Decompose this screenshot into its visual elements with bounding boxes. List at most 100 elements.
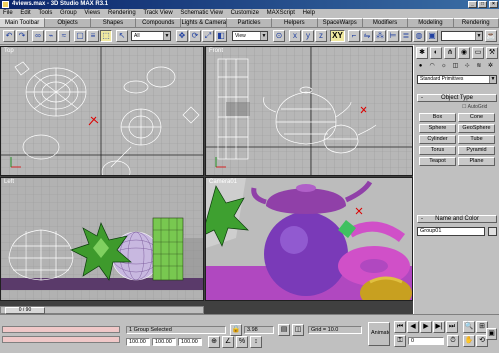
- menu-group[interactable]: Group: [57, 9, 80, 18]
- minimize-button[interactable]: _: [468, 1, 477, 8]
- cylinder-button[interactable]: Cylinder: [419, 135, 456, 144]
- link-icon[interactable]: ∞: [32, 30, 44, 42]
- select-region-icon[interactable]: ⬚: [100, 30, 112, 42]
- tab-rendering[interactable]: Rendering: [453, 18, 499, 27]
- object-color-swatch[interactable]: [488, 227, 497, 236]
- hierarchy-tab-icon[interactable]: ⋔: [444, 47, 456, 59]
- select-scale-icon[interactable]: ⤢: [202, 30, 214, 42]
- redo-icon[interactable]: ↷: [16, 30, 28, 42]
- menu-track-view[interactable]: Track View: [140, 9, 175, 18]
- lights-icon[interactable]: ☼: [439, 62, 448, 71]
- display-tab-icon[interactable]: ▭: [472, 47, 484, 59]
- close-button[interactable]: ×: [489, 1, 498, 8]
- systems-icon[interactable]: ✲: [486, 62, 495, 71]
- go-to-end-icon[interactable]: ⏭: [446, 321, 458, 333]
- key-mode-icon[interactable]: ⚿: [394, 335, 406, 347]
- time-slider[interactable]: 0 / 90: [0, 306, 204, 314]
- render-type-dropdown[interactable]: ▼: [441, 31, 483, 41]
- viewport-front[interactable]: Front: [205, 46, 413, 176]
- restrict-xy-button[interactable]: XY: [330, 30, 345, 42]
- object-type-rollout[interactable]: - Object Type: [417, 94, 497, 102]
- viewport-camera[interactable]: Camera01: [205, 177, 413, 301]
- geosphere-button[interactable]: GeoSphere: [458, 124, 495, 133]
- modify-tab-icon[interactable]: ◐: [430, 47, 442, 59]
- select-by-name-icon[interactable]: ≡: [87, 30, 99, 42]
- animate-button[interactable]: Animate: [368, 322, 390, 346]
- tab-compounds[interactable]: Compounds: [136, 18, 182, 27]
- select-move-icon[interactable]: ✥: [176, 30, 188, 42]
- tab-modeling[interactable]: Modeling: [408, 18, 454, 27]
- z-coordinate-field[interactable]: 100.00: [178, 338, 202, 346]
- previous-frame-icon[interactable]: ◀: [407, 321, 419, 333]
- snap-toggle-icon[interactable]: ⊕: [208, 336, 220, 348]
- tab-particles[interactable]: Particles: [226, 18, 273, 27]
- percent-snap-icon[interactable]: %: [236, 336, 248, 348]
- viewport-left[interactable]: Left: [0, 177, 204, 301]
- menu-maxscript[interactable]: MAXScript: [264, 9, 298, 18]
- sphere-button[interactable]: Sphere: [419, 124, 456, 133]
- select-icon[interactable]: ▢: [74, 30, 86, 42]
- app-icon[interactable]: [2, 1, 9, 8]
- track-view-icon[interactable]: ≣: [400, 30, 412, 42]
- render-scene-icon[interactable]: ▣: [426, 30, 438, 42]
- spacewarps-icon[interactable]: ≋: [474, 62, 483, 71]
- viewport-top[interactable]: Top: [0, 46, 204, 176]
- object-name-field[interactable]: Group01: [417, 227, 485, 236]
- quick-render-icon[interactable]: ☕: [485, 30, 497, 42]
- shapes-icon[interactable]: ◠: [428, 62, 437, 71]
- cone-button[interactable]: Cone: [458, 113, 495, 122]
- create-tab-icon[interactable]: ✱: [416, 47, 428, 59]
- next-frame-icon[interactable]: ▶|: [433, 321, 445, 333]
- pivot-center-icon[interactable]: ⊙: [273, 30, 285, 42]
- time-config-icon[interactable]: ⏱: [447, 335, 459, 347]
- tab-main-toolbar[interactable]: Main Toolbar: [0, 18, 46, 27]
- x-coordinate-field[interactable]: 100.00: [126, 338, 150, 346]
- plane-button[interactable]: Plane: [458, 157, 495, 166]
- tube-button[interactable]: Tube: [458, 135, 495, 144]
- spinner-snap-icon[interactable]: ↕: [250, 336, 262, 348]
- current-frame-field[interactable]: 0: [408, 337, 444, 345]
- lock-selection-icon[interactable]: 🔒: [230, 324, 242, 336]
- menu-customize[interactable]: Customize: [228, 9, 262, 18]
- box-button[interactable]: Box: [419, 113, 456, 122]
- motion-tab-icon[interactable]: ◉: [458, 47, 470, 59]
- utilities-tab-icon[interactable]: ⚒: [486, 47, 498, 59]
- y-coordinate-field[interactable]: 100.00: [152, 338, 176, 346]
- menu-tools[interactable]: Tools: [35, 9, 55, 18]
- primitive-category-dropdown[interactable]: Standard Primitives ▼: [417, 75, 497, 84]
- play-icon[interactable]: ▶: [420, 321, 432, 333]
- degradation-override-icon[interactable]: ▤: [278, 324, 290, 336]
- name-color-rollout[interactable]: - Name and Color: [417, 215, 497, 223]
- menu-edit[interactable]: Edit: [17, 9, 33, 18]
- tab-helpers[interactable]: Helpers: [272, 18, 318, 27]
- time-slider-thumb[interactable]: 0 / 90: [5, 307, 45, 314]
- torus-button[interactable]: Torus: [419, 146, 456, 155]
- undo-icon[interactable]: ↶: [3, 30, 15, 42]
- menu-views[interactable]: Views: [81, 9, 103, 18]
- helpers-icon[interactable]: ⊹: [463, 62, 472, 71]
- select-object-icon[interactable]: ↖: [116, 30, 128, 42]
- tab-spacewarps[interactable]: SpaceWarps: [317, 18, 363, 27]
- squash-icon[interactable]: ◧: [215, 30, 227, 42]
- pyramid-button[interactable]: Pyramid: [458, 146, 495, 155]
- reference-coord-dropdown[interactable]: View ▼: [232, 31, 268, 41]
- align-icon[interactable]: ⊨: [387, 30, 399, 42]
- menu-file[interactable]: File: [0, 9, 16, 18]
- autogrid-checkbox[interactable]: ☐ AutoGrid: [462, 104, 487, 110]
- teapot-button[interactable]: Teapot: [419, 157, 456, 166]
- restrict-y-icon[interactable]: y: [302, 30, 314, 42]
- material-editor-icon[interactable]: ◍: [413, 30, 425, 42]
- min-max-toggle-icon[interactable]: ▣: [486, 328, 497, 340]
- tab-objects[interactable]: Objects: [45, 18, 91, 27]
- lock-value-field[interactable]: 3.98: [244, 326, 274, 334]
- zoom-icon[interactable]: 🔍: [463, 321, 475, 333]
- tab-modifiers[interactable]: Modifiers: [362, 18, 409, 27]
- unlink-icon[interactable]: ⌁: [45, 30, 57, 42]
- mirror-icon[interactable]: ⇋: [361, 30, 373, 42]
- angle-snap-icon[interactable]: ∠: [222, 336, 234, 348]
- pan-icon[interactable]: ✋: [463, 335, 475, 347]
- tab-lights-cameras[interactable]: Lights & Cameras: [181, 18, 227, 27]
- restrict-z-icon[interactable]: z: [315, 30, 327, 42]
- select-rotate-icon[interactable]: ⟳: [189, 30, 201, 42]
- maximize-button[interactable]: □: [478, 1, 487, 8]
